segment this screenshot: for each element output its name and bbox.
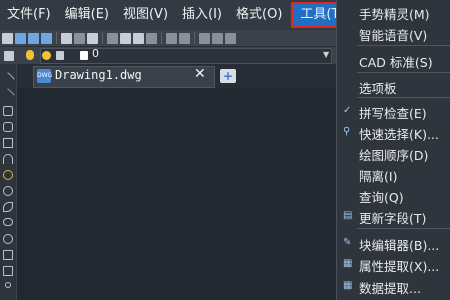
- menu-insert[interactable]: 插入(I): [175, 4, 229, 26]
- menu-item-label: 块编辑器(B)...: [359, 238, 440, 253]
- menu-divider: [357, 228, 450, 229]
- menu-item-label: 属性提取(X)...: [359, 259, 440, 274]
- menu-item-attribute-extract[interactable]: ▦ 属性提取(X)...: [337, 254, 450, 275]
- spellcheck-icon: ✓: [343, 105, 352, 116]
- menu-item-quick-select[interactable]: ⚲ 快速选择(K)...: [337, 122, 450, 143]
- cut-icon[interactable]: [107, 32, 118, 44]
- menu-item-label: 绘图顺序(D): [359, 148, 429, 163]
- save-as-icon[interactable]: [41, 32, 52, 44]
- drawing-canvas[interactable]: [17, 88, 336, 300]
- menu-divider: [357, 72, 450, 73]
- zoom-icon[interactable]: [212, 32, 223, 44]
- menu-item-label: 拼写检查(E): [359, 106, 427, 121]
- make-block-icon[interactable]: [3, 266, 13, 276]
- menu-item-label: CAD 标准(S): [359, 55, 433, 70]
- close-icon[interactable]: ✕: [194, 66, 206, 82]
- data-extract-icon: ▦: [343, 280, 353, 291]
- menu-item-draw-order[interactable]: 绘图顺序(D): [337, 143, 450, 163]
- menu-item-label: 数据提取...: [359, 281, 421, 296]
- standard-toolbar: [0, 30, 338, 46]
- circle-icon[interactable]: [3, 170, 13, 180]
- construction-line-icon[interactable]: [0, 87, 16, 103]
- layer-sun-icon: [42, 51, 51, 60]
- update-field-icon: ▤: [343, 210, 353, 221]
- new-tab-button[interactable]: +: [220, 69, 236, 83]
- menu-edit[interactable]: 编辑(E): [58, 4, 116, 26]
- menu-format[interactable]: 格式(O): [229, 4, 289, 26]
- current-layer-name: 0: [92, 47, 99, 60]
- quick-select-icon: ⚲: [343, 126, 351, 137]
- polyline-icon[interactable]: [3, 106, 13, 116]
- menu-item-label: 快速选择(K)...: [359, 127, 439, 142]
- menu-item-label: 手势精灵(M): [359, 7, 430, 22]
- menu-item-isolate[interactable]: 隔离(I): [337, 164, 450, 184]
- point-icon[interactable]: [5, 282, 11, 288]
- layer-bulb-icon: [26, 50, 34, 60]
- menu-item-label: 智能语音(V): [359, 28, 428, 43]
- menu-item-block-editor[interactable]: ✎ 块编辑器(B)...: [337, 233, 450, 254]
- toolbar-divider: [161, 32, 162, 44]
- toolbar-divider: [194, 32, 195, 44]
- toolbar-divider: [56, 32, 57, 44]
- menu-file[interactable]: 文件(F): [0, 4, 58, 26]
- block-editor-icon: ✎: [343, 237, 352, 248]
- save-icon[interactable]: [28, 32, 39, 44]
- menu-divider: [357, 97, 450, 98]
- chevron-down-icon[interactable]: ▼: [323, 50, 329, 59]
- menu-item-update-fields[interactable]: ▤ 更新字段(T): [337, 206, 450, 227]
- document-name: Drawing1.dwg: [55, 68, 142, 82]
- spline-icon[interactable]: [3, 202, 13, 212]
- menu-item-gesture[interactable]: 手势精灵(M): [337, 2, 450, 22]
- publish-icon[interactable]: [87, 32, 98, 44]
- pan-icon[interactable]: [199, 32, 210, 44]
- menu-item-inquiry[interactable]: 查询(Q): [337, 185, 450, 205]
- ellipse-icon[interactable]: [3, 218, 13, 226]
- ellipse-arc-icon[interactable]: [3, 234, 13, 244]
- zoom-window-icon[interactable]: [225, 32, 236, 44]
- open-file-icon[interactable]: [15, 32, 26, 44]
- toolbar-divider: [102, 32, 103, 44]
- print-icon[interactable]: [61, 32, 72, 44]
- polygon-icon[interactable]: [3, 122, 13, 132]
- new-file-icon[interactable]: [2, 32, 13, 44]
- copy-icon[interactable]: [120, 32, 131, 44]
- match-properties-icon[interactable]: [146, 32, 157, 44]
- attribute-extract-icon: ▦: [343, 258, 353, 269]
- menu-divider: [357, 45, 450, 46]
- menu-item-label: 隔离(I): [359, 169, 398, 184]
- print-preview-icon[interactable]: [74, 32, 85, 44]
- line-icon[interactable]: [0, 71, 16, 87]
- layer-manager-icon[interactable]: [4, 51, 14, 61]
- draw-tool-palette: [0, 64, 17, 300]
- menu-view[interactable]: 视图(V): [116, 4, 175, 26]
- menu-item-cad-standards[interactable]: CAD 标准(S): [337, 50, 450, 70]
- menu-item-label: 查询(Q): [359, 190, 404, 205]
- insert-block-icon[interactable]: [3, 250, 13, 260]
- revcloud-icon[interactable]: [3, 186, 13, 196]
- undo-icon[interactable]: [166, 32, 177, 44]
- menu-item-label: 选项板: [359, 81, 397, 96]
- menu-item-voice[interactable]: 智能语音(V): [337, 23, 450, 43]
- layer-lock-icon: [56, 51, 64, 60]
- rectangle-icon[interactable]: [3, 138, 13, 148]
- menu-item-data-extract[interactable]: ▦ 数据提取...: [337, 276, 450, 297]
- menu-item-palettes[interactable]: 选项板: [337, 76, 450, 96]
- dwg-file-icon: DWG: [37, 69, 52, 83]
- arc-icon[interactable]: [3, 154, 13, 164]
- paste-icon[interactable]: [133, 32, 144, 44]
- menu-item-spellcheck[interactable]: ✓ 拼写检查(E): [337, 101, 450, 122]
- tools-menu-dropdown: 手势精灵(M) 智能语音(V) CAD 标准(S) 选项板 ✓ 拼写检查(E) …: [336, 0, 450, 300]
- layer-color-icon: [80, 51, 88, 60]
- redo-icon[interactable]: [179, 32, 190, 44]
- menu-item-label: 更新字段(T): [359, 211, 427, 226]
